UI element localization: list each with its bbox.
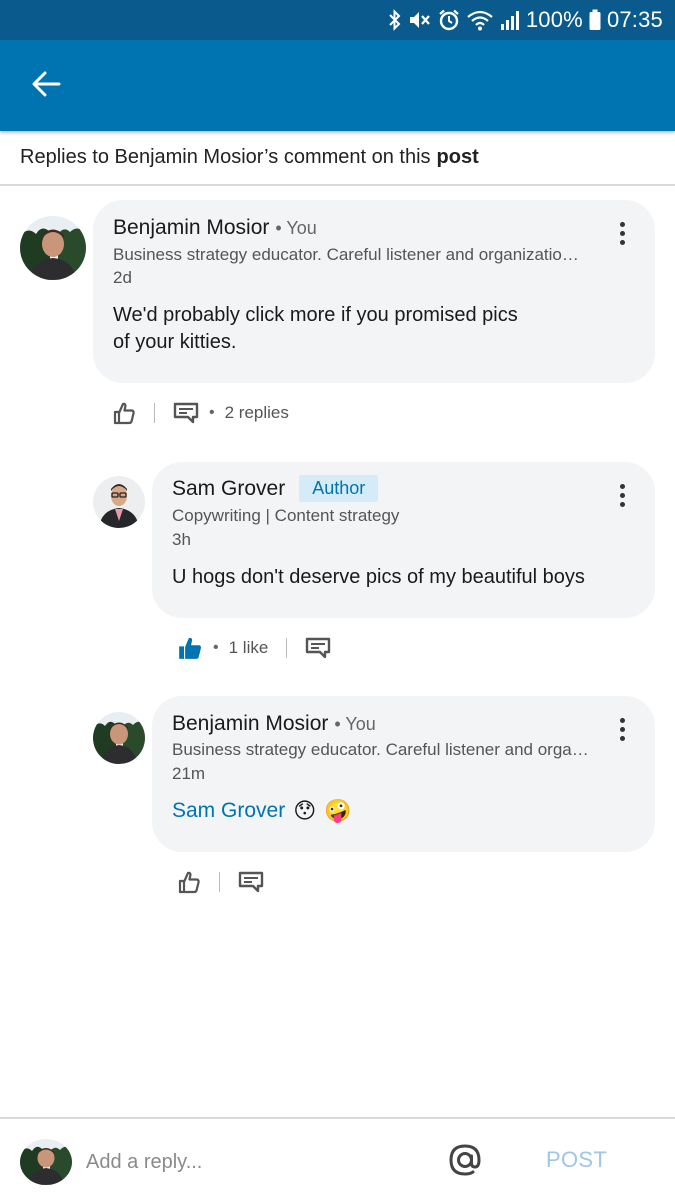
back-arrow-icon bbox=[31, 71, 61, 102]
zany-face-emoji: 🤪 bbox=[324, 798, 352, 823]
comment-bubble: Benjamin Mosior • You Business strategy … bbox=[93, 200, 655, 383]
avatar-sam-grover[interactable] bbox=[93, 476, 145, 528]
comment-name-row: Benjamin Mosior • You bbox=[113, 216, 317, 240]
reply-name-row: Benjamin Mosior • You bbox=[172, 712, 376, 736]
avatar-benjamin[interactable] bbox=[93, 712, 145, 764]
reply-author-name[interactable]: Benjamin Mosior bbox=[172, 712, 328, 736]
header-text: Replies to Benjamin Mosior’s comment on … bbox=[20, 146, 431, 168]
mention-link[interactable]: Sam Grover bbox=[172, 799, 285, 823]
dot-separator: • bbox=[209, 404, 215, 421]
like-icon[interactable] bbox=[177, 870, 201, 894]
replies-count[interactable]: 2 replies bbox=[225, 403, 289, 423]
reply-time: 21m bbox=[172, 764, 206, 783]
more-icon[interactable] bbox=[610, 712, 634, 746]
alarm-icon bbox=[438, 9, 460, 31]
reply-icon[interactable] bbox=[238, 871, 264, 893]
signal-icon bbox=[500, 9, 520, 31]
reply-author-headline: Copywriting | Content strategy bbox=[172, 506, 400, 525]
reply-actions-sam: • 1 like bbox=[177, 633, 331, 663]
reply-input[interactable] bbox=[86, 1147, 426, 1177]
bluetooth-icon bbox=[388, 9, 402, 31]
avatar-benjamin[interactable] bbox=[20, 216, 86, 280]
post-link[interactable]: post bbox=[437, 146, 479, 169]
reply-composer: POST bbox=[0, 1117, 675, 1200]
reply-bubble-sam: Sam Grover Author Copywriting | Content … bbox=[152, 462, 655, 618]
comment-text-line-2: of your kitties. bbox=[113, 331, 237, 353]
reply-time: 3h bbox=[172, 530, 191, 549]
more-icon[interactable] bbox=[610, 478, 634, 512]
more-icon[interactable] bbox=[610, 216, 634, 250]
reply-actions-benjamin bbox=[177, 867, 264, 897]
action-separator bbox=[219, 872, 220, 892]
at-sign-icon[interactable] bbox=[446, 1141, 484, 1179]
reply-name-row: Sam Grover Author bbox=[172, 475, 379, 502]
comment-actions: • 2 replies bbox=[112, 398, 289, 428]
reply-author-name[interactable]: Sam Grover bbox=[172, 477, 285, 501]
like-icon[interactable] bbox=[112, 401, 136, 425]
status-bar: 100% 07:35 bbox=[0, 0, 675, 40]
comment-author-headline: Business strategy educator. Careful list… bbox=[113, 245, 579, 264]
liked-icon[interactable] bbox=[177, 635, 203, 661]
author-badge: Author bbox=[299, 475, 379, 502]
page-header: Replies to Benjamin Mosior’s comment on … bbox=[0, 131, 675, 186]
reply-text: U hogs don't deserve pics of my beautifu… bbox=[172, 566, 585, 588]
reply-icon[interactable] bbox=[305, 637, 331, 659]
you-tag: • You bbox=[275, 217, 317, 238]
wifi-icon bbox=[466, 9, 494, 31]
clock: 07:35 bbox=[606, 7, 663, 32]
comment-time: 2d bbox=[113, 268, 132, 287]
avatar-current-user bbox=[20, 1139, 72, 1185]
action-separator bbox=[154, 403, 155, 423]
reply-text: Sam Grover 😯 🤪 bbox=[172, 799, 352, 823]
battery-percent: 100% bbox=[525, 7, 583, 32]
reply-icon[interactable] bbox=[173, 402, 199, 424]
comment-author-name[interactable]: Benjamin Mosior bbox=[113, 216, 269, 240]
dot-separator: • bbox=[213, 639, 219, 656]
comment-text: We'd probably click more if you promised… bbox=[113, 302, 583, 356]
likes-count[interactable]: 1 like bbox=[229, 638, 269, 658]
battery-icon bbox=[589, 9, 601, 31]
hushed-face-emoji: 😯 bbox=[293, 798, 317, 823]
comment-text-line-1: We'd probably click more if you promised… bbox=[113, 304, 518, 326]
you-tag: • You bbox=[334, 713, 376, 734]
post-button[interactable]: POST bbox=[546, 1147, 607, 1173]
reply-author-headline: Business strategy educator. Careful list… bbox=[172, 740, 589, 759]
back-button[interactable] bbox=[22, 64, 70, 108]
action-separator bbox=[286, 638, 288, 658]
status-icons: 100% 07:35 bbox=[388, 6, 663, 34]
mute-icon bbox=[408, 9, 432, 31]
app-bar bbox=[0, 40, 675, 131]
reply-bubble-benjamin: Benjamin Mosior • You Business strategy … bbox=[152, 696, 655, 852]
